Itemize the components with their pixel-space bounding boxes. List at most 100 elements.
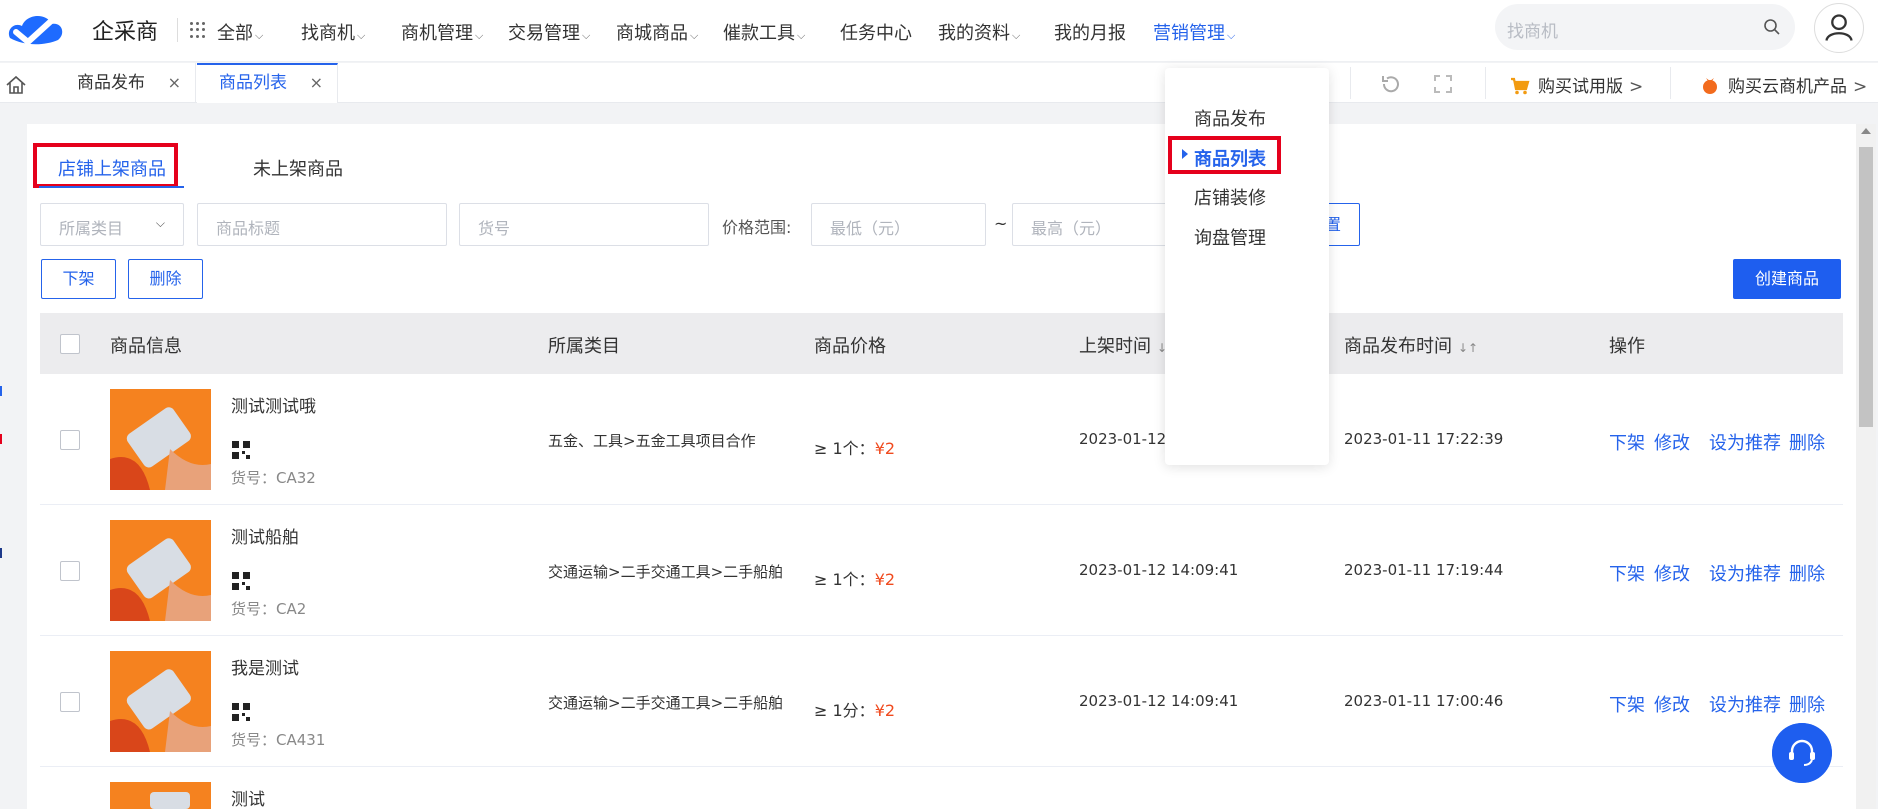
product-sku: 货号：CA431	[231, 731, 326, 749]
nav-label: 商机管理	[401, 23, 473, 44]
unlist-link[interactable]: 下架	[1609, 560, 1645, 586]
col-label: 商品发布时间	[1344, 336, 1452, 357]
listed-time: 2023-01-12 14:09:41	[1079, 692, 1239, 710]
nav-label: 全部	[217, 23, 253, 44]
select-all-checkbox[interactable]	[60, 334, 80, 354]
product-category: 交通运输>二手交通工具>二手船舶	[548, 694, 784, 712]
product-price: ≥ 1个：¥2	[814, 566, 895, 590]
nav-label: 找商机	[301, 23, 355, 44]
nav-task-center[interactable]: 任务中心	[840, 19, 912, 45]
chevron-right-icon: >	[1853, 77, 1868, 97]
nav-label: 任务中心	[840, 23, 912, 44]
price-max-input[interactable]: 最高（元）	[1012, 203, 1187, 246]
qr-code-icon[interactable]	[231, 571, 251, 591]
close-icon[interactable]: ×	[310, 65, 323, 101]
product-thumbnail[interactable]	[110, 389, 211, 490]
row-checkbox[interactable]	[60, 561, 80, 581]
edit-link[interactable]: 修改	[1654, 691, 1690, 717]
delete-link[interactable]: 删除	[1789, 560, 1825, 586]
bulk-delete-button[interactable]: 删除	[128, 259, 203, 299]
customer-service-icon[interactable]	[1772, 723, 1832, 783]
cloud-logo-icon[interactable]	[4, 8, 66, 48]
nav-marketing-management[interactable]: 营销管理 ⌵	[1153, 19, 1235, 45]
tab-off-shelf-products[interactable]: 未上架商品	[253, 155, 343, 181]
col-price: 商品价格	[814, 336, 886, 357]
product-thumbnail[interactable]	[110, 782, 211, 809]
divider	[1485, 67, 1486, 99]
tab-product-publish[interactable]: 商品发布 ×	[55, 63, 196, 103]
chevron-down-icon: ⌵	[475, 29, 484, 42]
product-thumbnail[interactable]	[110, 520, 211, 621]
product-title-input[interactable]: 商品标题	[197, 203, 447, 246]
col-publish-time[interactable]: 商品发布时间 ↓↑	[1344, 332, 1478, 358]
qr-code-icon[interactable]	[231, 702, 251, 722]
set-recommend-link[interactable]: 设为推荐	[1709, 560, 1781, 586]
brand-name[interactable]: 企采商	[92, 14, 158, 46]
nav-mall-products[interactable]: 商城商品 ⌵	[616, 19, 698, 45]
unlist-link[interactable]: 下架	[1609, 691, 1645, 717]
product-name[interactable]: 测试船舶	[231, 523, 299, 548]
scroll-up-arrow-icon[interactable]	[1861, 128, 1871, 134]
buy-trial-label: 购买试用版	[1538, 77, 1623, 97]
row-checkbox[interactable]	[60, 430, 80, 450]
product-name[interactable]: 我是测试	[231, 654, 299, 679]
scrollbar-thumb[interactable]	[1859, 147, 1873, 427]
nav-find-leads[interactable]: 找商机 ⌵	[301, 19, 365, 45]
edit-link[interactable]: 修改	[1654, 560, 1690, 586]
nav-all[interactable]: 全部 ⌵	[217, 19, 263, 45]
fullscreen-icon[interactable]	[1432, 73, 1454, 95]
nav-label: 营销管理	[1153, 23, 1225, 44]
publish-time: 2023-01-11 17:22:39	[1344, 430, 1504, 448]
close-icon[interactable]: ×	[168, 63, 181, 103]
delete-link[interactable]: 删除	[1789, 429, 1825, 455]
buy-cloud-product-link[interactable]: 购买云商机产品 >	[1700, 72, 1867, 97]
col-label: 上架时间	[1079, 336, 1151, 357]
search-icon[interactable]	[1763, 18, 1781, 36]
category-select[interactable]: 所属类目 ⌵	[40, 203, 184, 246]
buy-cloud-label: 购买云商机产品	[1728, 77, 1847, 97]
menu-item-shop-decoration[interactable]: 店铺装修	[1194, 184, 1266, 210]
product-thumbnail[interactable]	[110, 651, 211, 752]
home-icon[interactable]	[5, 75, 27, 95]
price-min-input[interactable]: 最低（元）	[811, 203, 986, 246]
sku-placeholder: 货号	[478, 219, 511, 238]
nav-trade-management[interactable]: 交易管理 ⌵	[508, 19, 590, 45]
sku-input[interactable]: 货号	[459, 203, 709, 246]
unlist-link[interactable]: 下架	[1609, 429, 1645, 455]
edit-link[interactable]: 修改	[1654, 429, 1690, 455]
product-name[interactable]: 测试	[231, 785, 265, 809]
buy-trial-link[interactable]: 购买试用版 >	[1510, 72, 1643, 97]
row-divider	[40, 766, 1843, 767]
create-product-button[interactable]: 创建商品	[1733, 259, 1841, 299]
nav-lead-management[interactable]: 商机管理 ⌵	[401, 19, 483, 45]
nav-collection-tools[interactable]: 催款工具 ⌵	[723, 19, 805, 45]
product-price: ≥ 1个：¥2	[814, 435, 895, 459]
tab-label: 商品发布	[77, 73, 145, 93]
menu-item-product-list[interactable]: 商品列表	[1194, 145, 1266, 171]
set-recommend-link[interactable]: 设为推荐	[1709, 691, 1781, 717]
grid-menu-icon[interactable]	[190, 22, 206, 38]
col-product-info: 商品信息	[110, 336, 182, 357]
menu-item-inquiry-management[interactable]: 询盘管理	[1194, 224, 1266, 250]
product-name[interactable]: 测试测试哦	[231, 392, 316, 417]
nav-label: 我的月报	[1054, 23, 1126, 44]
menu-item-product-publish[interactable]: 商品发布	[1194, 105, 1266, 131]
sort-icon[interactable]: ↓↑	[1458, 341, 1478, 355]
price-range-label: 价格范围:	[722, 218, 792, 237]
nav-label: 催款工具	[723, 23, 795, 44]
set-recommend-link[interactable]: 设为推荐	[1709, 429, 1781, 455]
price-value: ¥2	[874, 701, 896, 720]
col-listed-time[interactable]: 上架时间↓↑	[1079, 332, 1177, 358]
nav-monthly-report[interactable]: 我的月报	[1054, 19, 1126, 45]
refresh-icon[interactable]	[1380, 73, 1402, 95]
col-category: 所属类目	[548, 336, 620, 357]
user-avatar-icon[interactable]	[1814, 3, 1864, 53]
bulk-unlist-button[interactable]: 下架	[41, 259, 116, 299]
search-box[interactable]: 找商机	[1495, 4, 1795, 50]
nav-my-profile[interactable]: 我的资料 ⌵	[938, 19, 1020, 45]
money-bag-icon	[1703, 78, 1717, 94]
tab-product-list[interactable]: 商品列表 ×	[197, 63, 338, 103]
qr-code-icon[interactable]	[231, 440, 251, 460]
delete-link[interactable]: 删除	[1789, 691, 1825, 717]
row-checkbox[interactable]	[60, 692, 80, 712]
